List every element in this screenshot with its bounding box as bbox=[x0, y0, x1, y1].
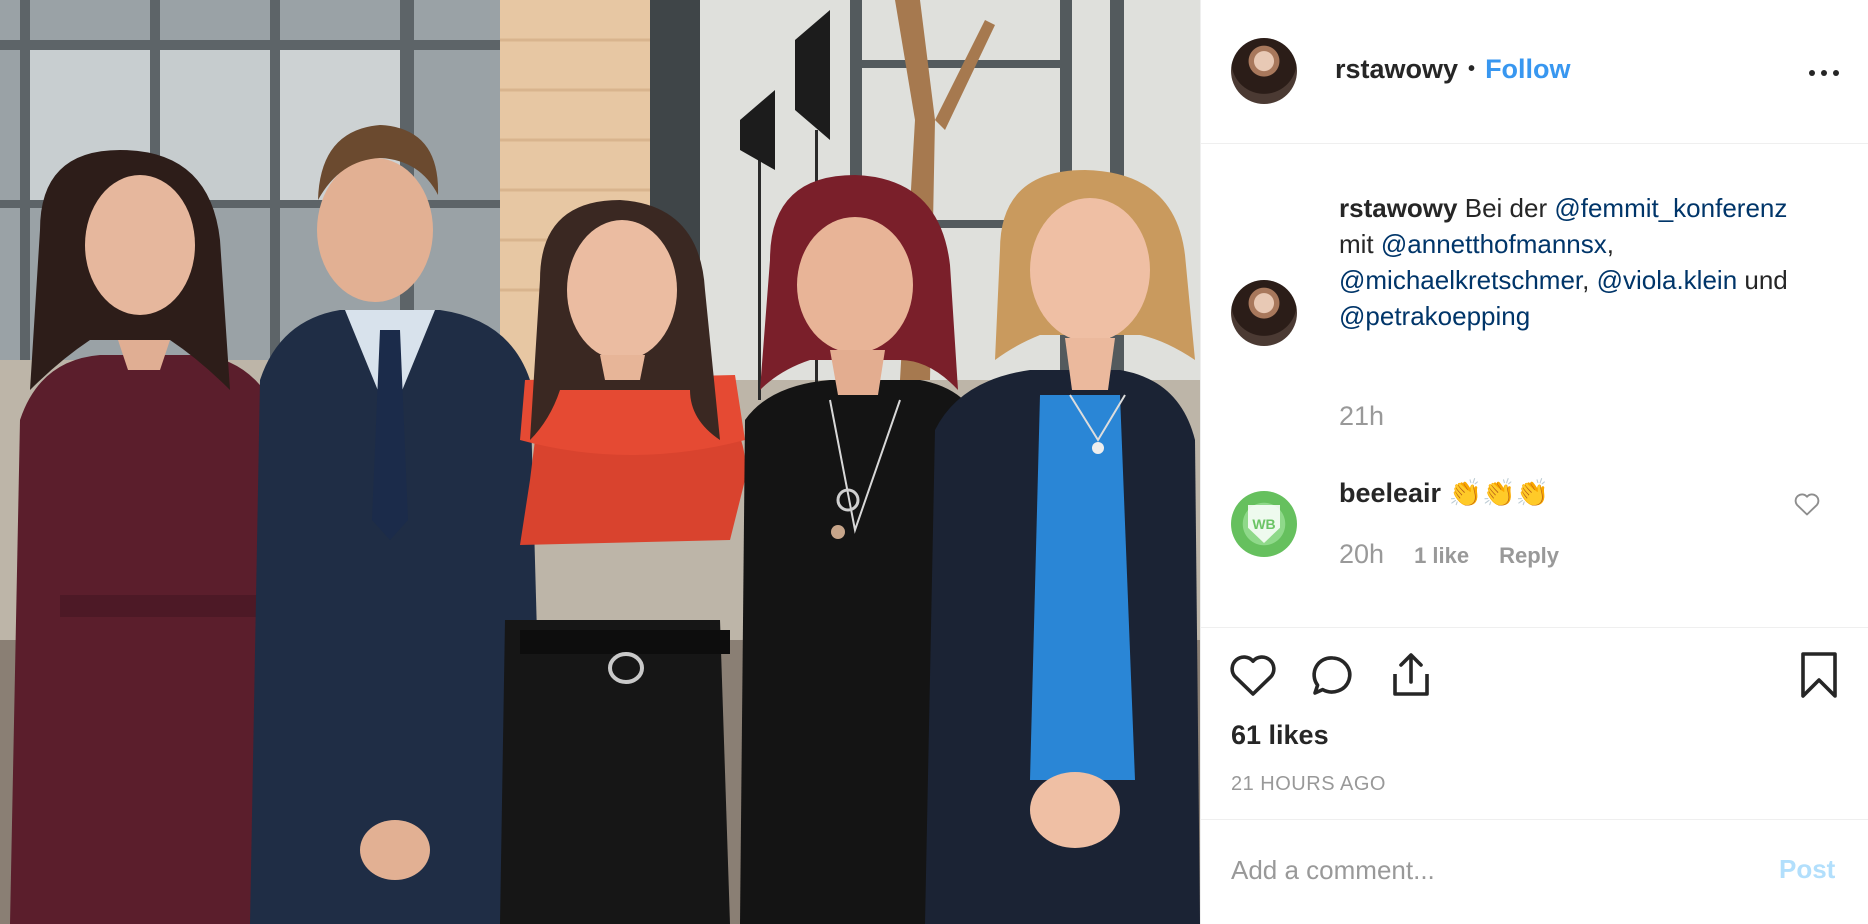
post-comment-button[interactable]: Post bbox=[1779, 854, 1835, 885]
comment-body: 👏👏👏 bbox=[1441, 478, 1550, 508]
mention-femmit-konferenz[interactable]: @femmit_konferenz bbox=[1554, 193, 1787, 223]
caption-text-part: , bbox=[1582, 265, 1597, 295]
author-line: rstawowy • Follow bbox=[1335, 54, 1571, 85]
comment-icon[interactable] bbox=[1309, 652, 1357, 700]
caption-timestamp[interactable]: 21h bbox=[1339, 401, 1384, 432]
comment-text: beeleair 👏👏👏 bbox=[1339, 475, 1549, 511]
comments-list[interactable]: rstawowy Bei der @femmit_konferenz mit @… bbox=[1201, 145, 1868, 625]
wb-logo-text: WB bbox=[1252, 516, 1276, 532]
heart-icon[interactable] bbox=[1229, 652, 1277, 698]
caption-text: rstawowy Bei der @femmit_konferenz mit @… bbox=[1339, 190, 1809, 334]
comment-meta: 20h 1 like Reply bbox=[1339, 539, 1559, 570]
commenter-avatar[interactable]: WB bbox=[1231, 491, 1297, 557]
bookmark-icon[interactable] bbox=[1797, 650, 1841, 700]
mention-annetthofmannsx[interactable]: @annetthofmannsx bbox=[1381, 229, 1607, 259]
comment-username[interactable]: beeleair bbox=[1339, 478, 1441, 508]
likes-count[interactable]: 61 likes bbox=[1231, 720, 1329, 751]
add-comment-bar: Post bbox=[1201, 819, 1868, 924]
caption-text-part: mit bbox=[1339, 229, 1381, 259]
mention-petrakoepping[interactable]: @petrakoepping bbox=[1339, 301, 1530, 331]
comment-likes[interactable]: 1 like bbox=[1414, 543, 1469, 569]
post-actions: 61 likes 21 HOURS AGO bbox=[1201, 627, 1868, 820]
separator-dot: • bbox=[1468, 58, 1476, 80]
caption-text-part: Bei der bbox=[1457, 193, 1555, 223]
author-username[interactable]: rstawowy bbox=[1335, 54, 1458, 85]
post-header: rstawowy • Follow bbox=[1201, 0, 1868, 144]
wb-shield-logo: WB bbox=[1248, 505, 1280, 543]
comment-timestamp[interactable]: 20h bbox=[1339, 539, 1384, 570]
photo-illustration bbox=[0, 0, 1200, 924]
caption-text-part: , bbox=[1606, 229, 1614, 259]
mention-michaelkretschmer[interactable]: @michaelkretschmer bbox=[1339, 265, 1582, 295]
post-photo[interactable] bbox=[0, 0, 1200, 924]
more-options-icon[interactable] bbox=[1807, 60, 1841, 84]
author-avatar[interactable] bbox=[1231, 38, 1297, 104]
comment-input[interactable] bbox=[1231, 850, 1731, 890]
share-icon[interactable] bbox=[1387, 650, 1435, 700]
mention-viola-klein[interactable]: @viola.klein bbox=[1597, 265, 1738, 295]
comment-like-heart-icon[interactable] bbox=[1793, 491, 1821, 517]
post-time-ago[interactable]: 21 HOURS AGO bbox=[1231, 773, 1386, 796]
comment-reply-button[interactable]: Reply bbox=[1499, 543, 1559, 569]
caption-username[interactable]: rstawowy bbox=[1339, 193, 1458, 223]
caption-text-part: und bbox=[1737, 265, 1788, 295]
follow-button[interactable]: Follow bbox=[1485, 54, 1570, 85]
caption-avatar[interactable] bbox=[1231, 280, 1297, 346]
instagram-post-view: rstawowy • Follow rstawowy Bei der @femm… bbox=[0, 0, 1868, 924]
post-side-panel: rstawowy • Follow rstawowy Bei der @femm… bbox=[1200, 0, 1868, 924]
